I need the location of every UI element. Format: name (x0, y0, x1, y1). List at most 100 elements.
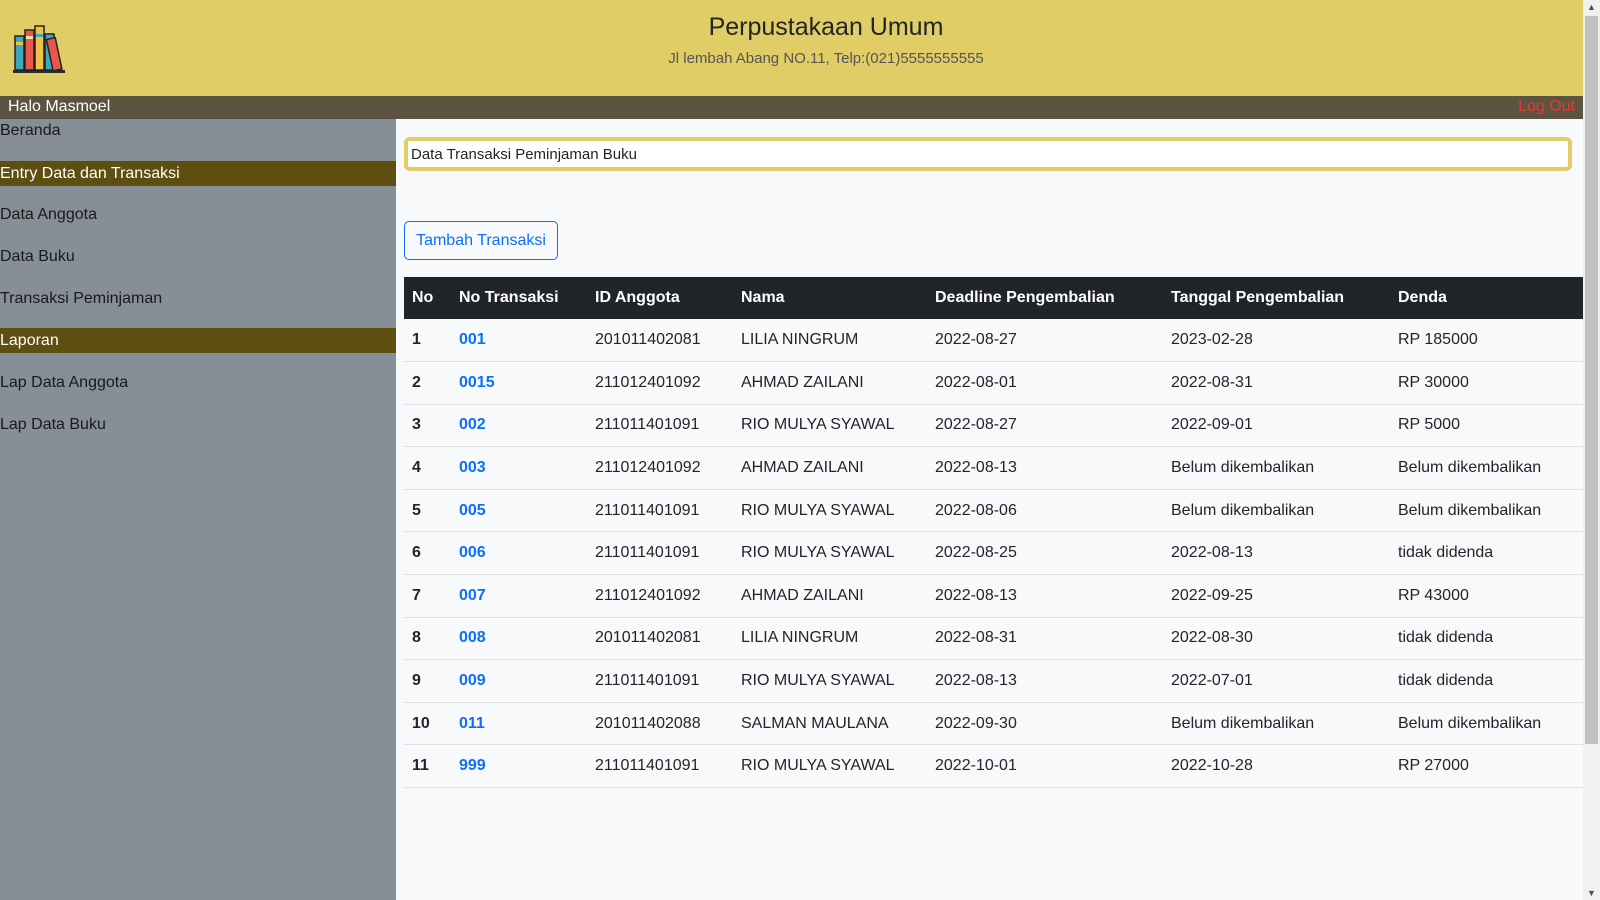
cell-deadline: 2022-08-27 (935, 416, 1017, 434)
cell-nama: AHMAD ZAILANI (741, 586, 864, 604)
transaction-link[interactable]: 008 (459, 629, 486, 646)
cell-no: 6 (412, 544, 421, 562)
cell-id-anggota: 201011402081 (595, 629, 701, 647)
transaction-link[interactable]: 009 (459, 672, 486, 689)
cell-no: 7 (412, 586, 421, 604)
site-title: Perpustakaan Umum (708, 13, 944, 41)
column-header-deadline: Deadline Pengembalian (935, 289, 1115, 306)
cell-deadline: 2022-09-30 (935, 714, 1017, 732)
cell-tanggal-pengembalian: 2022-07-01 (1171, 672, 1253, 690)
cell-id-anggota: 211012401092 (595, 373, 701, 391)
transaction-link[interactable]: 005 (459, 502, 486, 519)
cell-denda: Belum dikembalikan (1398, 714, 1542, 732)
cell-nama: LILIA NINGRUM (741, 629, 859, 647)
cell-tanggal-pengembalian: 2023-02-28 (1171, 331, 1253, 349)
transaction-link[interactable]: 006 (459, 544, 486, 561)
column-header-id-anggota: ID Anggota (595, 289, 680, 306)
cell-no-transaksi: 008 (451, 617, 587, 660)
cell-nama: LILIA NINGRUM (741, 331, 859, 349)
vertical-scrollbar[interactable]: ▲ ▼ (1583, 0, 1600, 900)
table-row: 7 007 211012401092 AHMAD ZAILANI 2022-08-13 2… (404, 575, 1583, 618)
cell-no: 10 (412, 714, 430, 732)
column-header-no-transaksi: No Transaksi (459, 289, 559, 306)
cell-denda: tidak didenda (1398, 672, 1494, 690)
cell-no: 3 (412, 416, 421, 434)
sidebar-item-data-buku[interactable]: Data Buku (0, 245, 396, 269)
cell-tanggal-pengembalian: 2022-08-30 (1171, 629, 1253, 647)
cell-denda: RP 43000 (1398, 586, 1469, 604)
cell-id-anggota: 211011401091 (595, 544, 700, 562)
column-header-tanggal-pengembalian: Tanggal Pengembalian (1171, 289, 1345, 306)
cell-tanggal-pengembalian: 2022-08-13 (1171, 544, 1253, 562)
column-header-denda: Denda (1398, 289, 1447, 306)
table-row: 11 999 211011401091 RIO MULYA SYAWAL 2022-10… (404, 745, 1583, 788)
transaction-link[interactable]: 999 (459, 757, 486, 774)
sidebar-item-lap-data-buku[interactable]: Lap Data Buku (0, 413, 396, 437)
cell-deadline: 2022-08-06 (935, 501, 1017, 519)
cell-denda: RP 5000 (1398, 416, 1460, 434)
sidebar-item-lap-data-anggota[interactable]: Lap Data Anggota (0, 371, 396, 395)
cell-id-anggota: 211011401091 (595, 672, 700, 690)
sidebar-item-beranda[interactable]: Beranda (0, 119, 396, 143)
scroll-down-arrow-icon[interactable]: ▼ (1583, 886, 1600, 900)
cell-nama: RIO MULYA SYAWAL (741, 544, 895, 562)
cell-deadline: 2022-08-13 (935, 586, 1017, 604)
cell-tanggal-pengembalian: Belum dikembalikan (1171, 459, 1315, 477)
cell-tanggal-pengembalian: Belum dikembalikan (1171, 501, 1315, 519)
cell-tanggal-pengembalian: 2022-09-01 (1171, 416, 1253, 434)
cell-no: 5 (412, 501, 421, 519)
cell-deadline: 2022-08-31 (935, 629, 1017, 647)
cell-tanggal-pengembalian: 2022-09-25 (1171, 586, 1253, 604)
cell-denda: tidak didenda (1398, 544, 1494, 562)
cell-nama: RIO MULYA SYAWAL (741, 416, 895, 434)
table-row: 1 001 201011402081 LILIA NINGRUM 2022-08-27 2… (404, 319, 1583, 362)
cell-id-anggota: 211012401092 (595, 586, 701, 604)
transaction-link[interactable]: 0015 (459, 374, 495, 391)
sidebar-item-data-anggota[interactable]: Data Anggota (0, 203, 396, 227)
transaction-link[interactable]: 007 (459, 587, 486, 604)
cell-id-anggota: 201011402088 (595, 714, 701, 732)
cell-deadline: 2022-08-27 (935, 331, 1017, 349)
table-row: 10 011 201011402088 SALMAN MAULANA 2022-09-3… (404, 702, 1583, 745)
cell-nama: RIO MULYA SYAWAL (741, 757, 895, 775)
scrollbar-thumb[interactable] (1585, 16, 1598, 744)
main-content: Tambah Transaksi No No Transaksi ID Angg… (396, 119, 1583, 900)
cell-deadline: 2022-08-13 (935, 459, 1017, 477)
transaction-link[interactable]: 002 (459, 416, 486, 433)
scroll-up-arrow-icon[interactable]: ▲ (1583, 0, 1600, 14)
cell-no: 11 (412, 757, 429, 775)
cell-deadline: 2022-10-01 (935, 757, 1017, 775)
site-subtitle: Jl lembah Abang NO.11, Telp:(021)5555555… (668, 50, 984, 67)
page-title-field[interactable] (404, 137, 1572, 171)
cell-denda: RP 27000 (1398, 757, 1469, 775)
cell-no-transaksi: 006 (451, 532, 587, 575)
cell-nama: SALMAN MAULANA (741, 714, 889, 732)
column-header-no: No (412, 289, 434, 306)
cell-no: 1 (412, 331, 421, 349)
transaction-link[interactable]: 001 (459, 331, 486, 348)
cell-tanggal-pengembalian: 2022-10-28 (1171, 757, 1253, 775)
column-header-nama: Nama (741, 289, 785, 306)
logout-link[interactable]: Log Out (1518, 98, 1575, 116)
cell-no-transaksi: 002 (451, 404, 587, 447)
header: Perpustakaan Umum Jl lembah Abang NO.11,… (0, 0, 1583, 96)
cell-nama: RIO MULYA SYAWAL (741, 672, 895, 690)
cell-deadline: 2022-08-25 (935, 544, 1017, 562)
cell-nama: RIO MULYA SYAWAL (741, 501, 895, 519)
cell-no-transaksi: 009 (451, 660, 587, 703)
table-row: 2 0015 211012401092 AHMAD ZAILANI 2022-08-01… (404, 362, 1583, 405)
cell-denda: Belum dikembalikan (1398, 459, 1542, 477)
sidebar: Beranda Entry Data dan Transaksi Data An… (0, 119, 396, 900)
cell-no-transaksi: 003 (451, 447, 587, 490)
sidebar-section-laporan: Laporan (0, 328, 396, 353)
table-row: 4 003 211012401092 AHMAD ZAILANI 2022-08-13 B… (404, 447, 1583, 490)
add-transaction-button[interactable]: Tambah Transaksi (404, 221, 558, 260)
cell-nama: AHMAD ZAILANI (741, 373, 864, 391)
table-header-row: No No Transaksi ID Anggota Nama Deadline… (404, 277, 1583, 319)
transaction-link[interactable]: 011 (459, 715, 485, 732)
sidebar-item-transaksi-peminjaman[interactable]: Transaksi Peminjaman (0, 287, 396, 311)
cell-no-transaksi: 005 (451, 489, 587, 532)
cell-id-anggota: 211011401091 (595, 501, 700, 519)
cell-no-transaksi: 011 (451, 702, 587, 745)
transaction-link[interactable]: 003 (459, 459, 486, 476)
